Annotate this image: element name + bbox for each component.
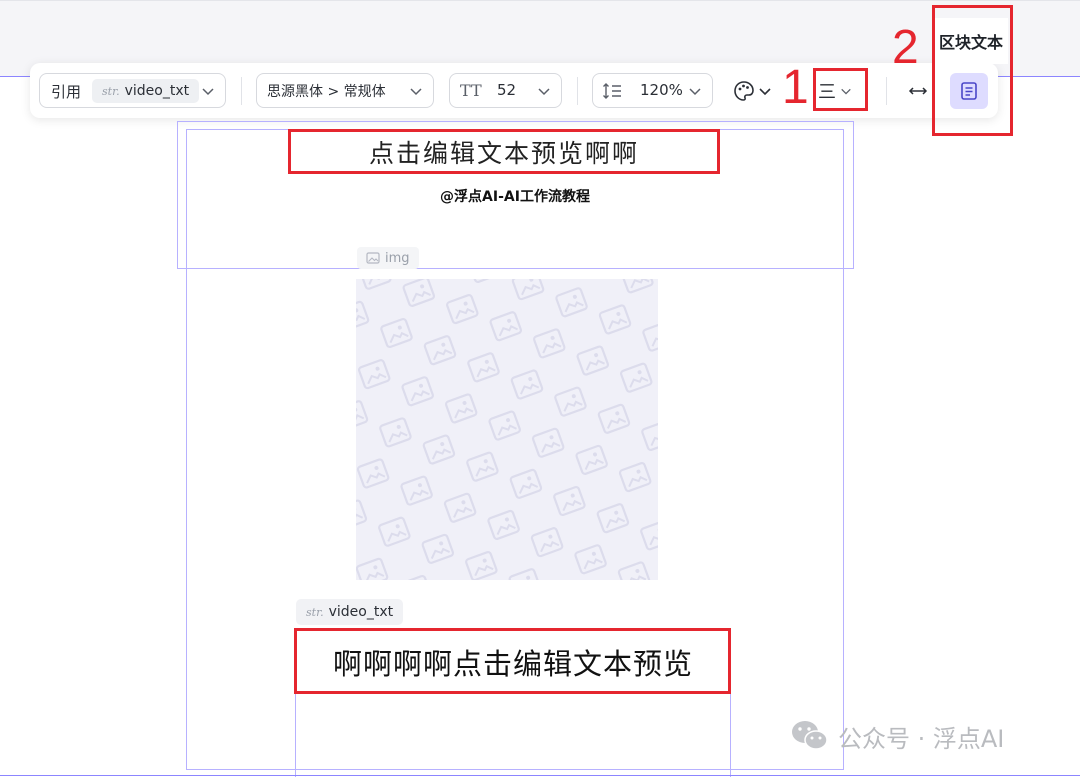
line-height-icon xyxy=(603,83,621,99)
video-label-text: video_txt xyxy=(328,604,394,620)
image-icon xyxy=(366,252,380,264)
video-txt-label: str. video_txt xyxy=(296,599,404,625)
annotation-box-align xyxy=(813,68,868,111)
font-size-select[interactable]: TT 52 xyxy=(449,73,562,108)
watermark: 公众号 · 浮点AI xyxy=(790,716,1004,756)
image-placeholder[interactable] xyxy=(356,279,658,580)
palette-icon xyxy=(734,81,754,101)
reference-select[interactable]: 引用 str. video_txt xyxy=(39,73,226,108)
line-height-select[interactable]: 120% xyxy=(592,73,713,108)
chevron-down-icon xyxy=(759,88,771,96)
chevron-down-icon xyxy=(410,88,422,96)
horizontal-arrows-icon xyxy=(908,87,928,95)
chevron-down-icon xyxy=(689,88,701,96)
divider xyxy=(241,77,242,105)
text-size-icon: TT xyxy=(460,81,482,100)
font-family-select[interactable]: 思源黑体 > 常规体 xyxy=(256,73,434,108)
guide-line-bottom xyxy=(0,775,1080,776)
annotation-number-2: 2 xyxy=(892,21,919,74)
subtitle-text[interactable]: @浮点AI-AI工作流教程 xyxy=(186,186,844,206)
line-height-value: 120% xyxy=(640,81,683,99)
chip-value: video_txt xyxy=(124,83,190,99)
font-family-value: 思源黑体 > 常规体 xyxy=(267,84,386,100)
color-picker-button[interactable] xyxy=(733,79,775,103)
annotation-box-video-text xyxy=(294,628,731,694)
annotation-box-block-text xyxy=(932,5,1013,136)
divider xyxy=(886,77,887,105)
image-placeholder-pattern xyxy=(356,279,658,580)
chevron-down-icon xyxy=(538,88,550,96)
img-label-text: img xyxy=(385,250,410,266)
font-size-value: 52 xyxy=(497,81,517,99)
width-mode-button[interactable] xyxy=(906,79,930,103)
reference-label: 引用 xyxy=(51,83,82,101)
annotation-number-1: 1 xyxy=(782,61,809,114)
wechat-icon xyxy=(792,721,828,750)
chevron-down-icon xyxy=(202,88,214,96)
img-label: img xyxy=(357,247,419,269)
annotation-box-title xyxy=(288,129,720,174)
video-label-prefix: str. xyxy=(306,605,324,619)
watermark-text: 公众号 · 浮点AI xyxy=(838,724,1005,753)
reference-chip: str. video_txt xyxy=(92,79,200,103)
chip-prefix: str. xyxy=(102,84,120,98)
divider xyxy=(577,77,578,105)
